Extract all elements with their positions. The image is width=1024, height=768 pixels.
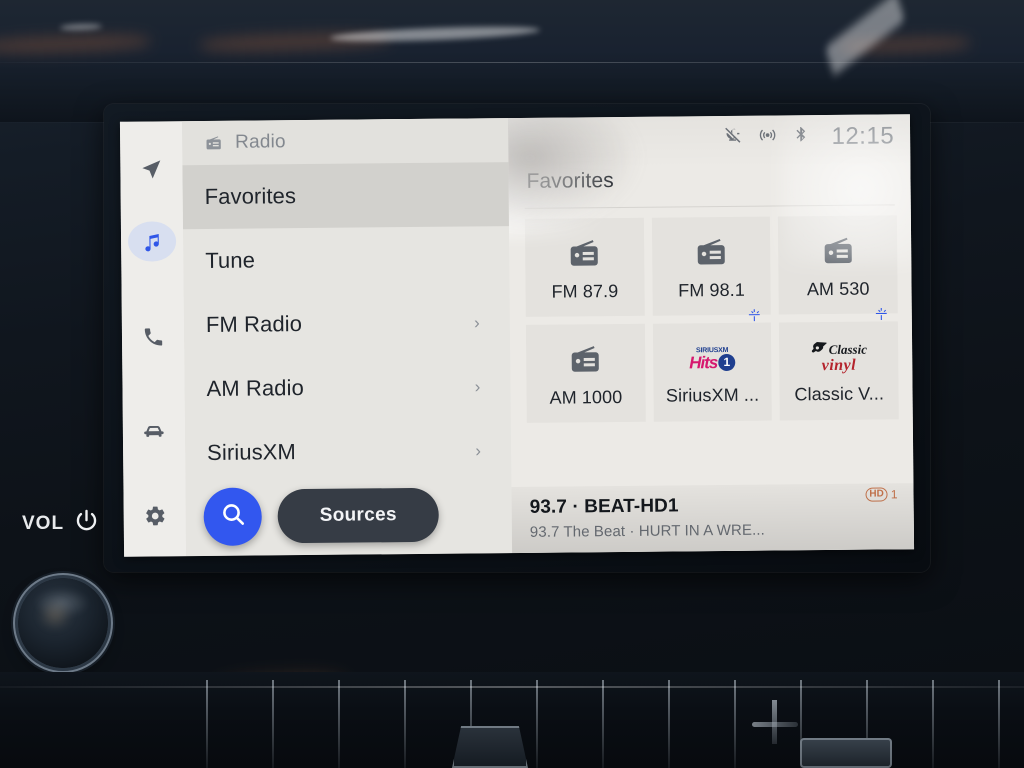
favorite-tile[interactable]: SIRIUSXM Hits 1 SiriusXM ... — [652, 309, 773, 422]
source-list-header: Radio — [181, 118, 509, 166]
vent-control-knob[interactable] — [452, 726, 528, 768]
source-list-item-label: SiriusXM — [206, 439, 297, 465]
source-list-item-tune[interactable]: Tune — [183, 226, 510, 293]
source-list-title: Radio — [235, 131, 286, 153]
vent-control-bar — [752, 722, 798, 727]
hd-radio-channel: 1 — [890, 487, 898, 502]
satellite-icon — [875, 307, 888, 323]
favorites-grid[interactable]: FM 87.9 FM 98.1 AM 530 AM 1000 SIRIUSXM … — [509, 205, 913, 423]
car-icon — [141, 420, 167, 446]
rail-item-navigation[interactable] — [127, 149, 175, 190]
hd-radio-mark: HD — [865, 487, 888, 502]
vent-control-knob[interactable] — [800, 738, 892, 768]
classic-vinyl-logo: Classic vinyl — [811, 337, 868, 378]
source-list-item-fm-radio[interactable]: FM Radio › — [184, 290, 511, 357]
source-list-items[interactable]: Favorites Tune FM Radio › AM Radio › Sir… — [182, 162, 511, 485]
source-list-item-label: FM Radio — [205, 311, 303, 337]
rail-item-media[interactable] — [127, 221, 177, 263]
source-list-item-label: Favorites — [204, 183, 297, 209]
search-button[interactable] — [203, 487, 263, 547]
power-icon[interactable] — [73, 508, 100, 540]
siriusxm-hits1-logo: SIRIUSXM Hits 1 — [689, 338, 736, 378]
siriusxm-logo-channel: 1 — [718, 353, 736, 371]
source-list-panel[interactable]: Radio Favorites Tune FM Radio › AM Radio… — [181, 118, 513, 557]
infotainment-screen[interactable]: Radio Favorites Tune FM Radio › AM Radio… — [119, 114, 915, 557]
chevron-right-icon: › — [474, 376, 481, 396]
classic-vinyl-word2: vinyl — [821, 356, 857, 375]
radio-icon — [693, 231, 729, 273]
radio-icon — [566, 233, 602, 275]
knob-reflection — [38, 600, 72, 630]
favorite-tile[interactable]: AM 530 — [778, 215, 898, 315]
siriusxm-logo-name: Hits — [689, 352, 718, 372]
chevron-right-icon: › — [474, 312, 480, 332]
now-playing-title: 93.7 · BEAT-HD1 — [529, 495, 679, 518]
source-list-item-label: Tune — [205, 247, 256, 273]
sources-button[interactable]: Sources — [277, 487, 440, 544]
now-playing-bar[interactable]: HD 1 93.7 · BEAT-HD1 93.7 The Beat · HUR… — [511, 483, 915, 554]
music-note-icon — [139, 229, 164, 254]
rail-item-phone[interactable] — [129, 317, 177, 358]
search-icon — [219, 501, 246, 533]
favorite-tile-label: Classic V... — [794, 382, 885, 404]
volume-label: VOL — [22, 513, 65, 534]
app-rail[interactable] — [119, 121, 187, 557]
phone-icon — [141, 326, 164, 349]
microphone-muted-icon — [722, 125, 743, 151]
radio-icon — [204, 133, 223, 152]
wireless-broadcast-icon — [757, 124, 778, 150]
dashboard-seam — [0, 686, 1024, 688]
navigation-arrow-icon — [139, 158, 163, 182]
source-list-item-label: AM Radio — [206, 375, 305, 401]
radio-icon — [820, 230, 856, 272]
source-list-item-am-radio[interactable]: AM Radio › — [184, 354, 511, 421]
now-playing-subtitle: 93.7 The Beat · HURT IN A WRE... — [529, 521, 765, 541]
satellite-icon — [748, 309, 761, 325]
source-list-item-siriusxm[interactable]: SiriusXM › — [185, 418, 512, 485]
favorite-tile[interactable]: FM 87.9 — [524, 217, 645, 317]
reflection-streak — [59, 23, 103, 31]
guitar-icon — [811, 341, 827, 357]
panel-bottom-controls[interactable]: Sources — [203, 486, 440, 547]
favorite-tile[interactable]: AM 1000 — [525, 323, 646, 423]
source-list-item-favorites[interactable]: Favorites — [182, 162, 509, 230]
favorites-heading: Favorites — [526, 169, 614, 193]
favorite-tile-label: AM 1000 — [549, 386, 623, 408]
favorite-tile-label: FM 87.9 — [551, 280, 619, 302]
chevron-right-icon: › — [475, 440, 482, 460]
favorite-tile-label: FM 98.1 — [678, 279, 746, 300]
reflection-warm — [0, 33, 151, 55]
classic-vinyl-word1: Classic — [828, 341, 868, 357]
radio-icon — [567, 339, 603, 381]
status-bar: 12:15 — [508, 114, 910, 162]
sources-button-label: Sources — [319, 504, 397, 526]
favorite-tile-label: AM 530 — [806, 278, 870, 299]
hd-radio-badge: HD 1 — [865, 487, 898, 502]
favorite-tile-label: SiriusXM ... — [665, 384, 760, 406]
bluetooth-icon — [792, 125, 811, 149]
reflection-streak — [329, 23, 541, 45]
favorite-tile[interactable]: FM 98.1 — [651, 216, 772, 316]
favorite-tile[interactable]: Classic vinyl Classic V... — [779, 308, 899, 421]
dashboard-seam — [0, 62, 1024, 63]
status-bar-clock: 12:15 — [831, 122, 895, 150]
volume-power-control[interactable]: VOL — [22, 508, 100, 540]
rail-item-settings[interactable] — [131, 496, 179, 537]
favorites-panel: 12:15 Favorites FM 87.9 FM 98.1 AM 530 A… — [507, 114, 915, 554]
gear-icon — [143, 505, 166, 528]
rail-item-vehicle[interactable] — [130, 412, 178, 453]
